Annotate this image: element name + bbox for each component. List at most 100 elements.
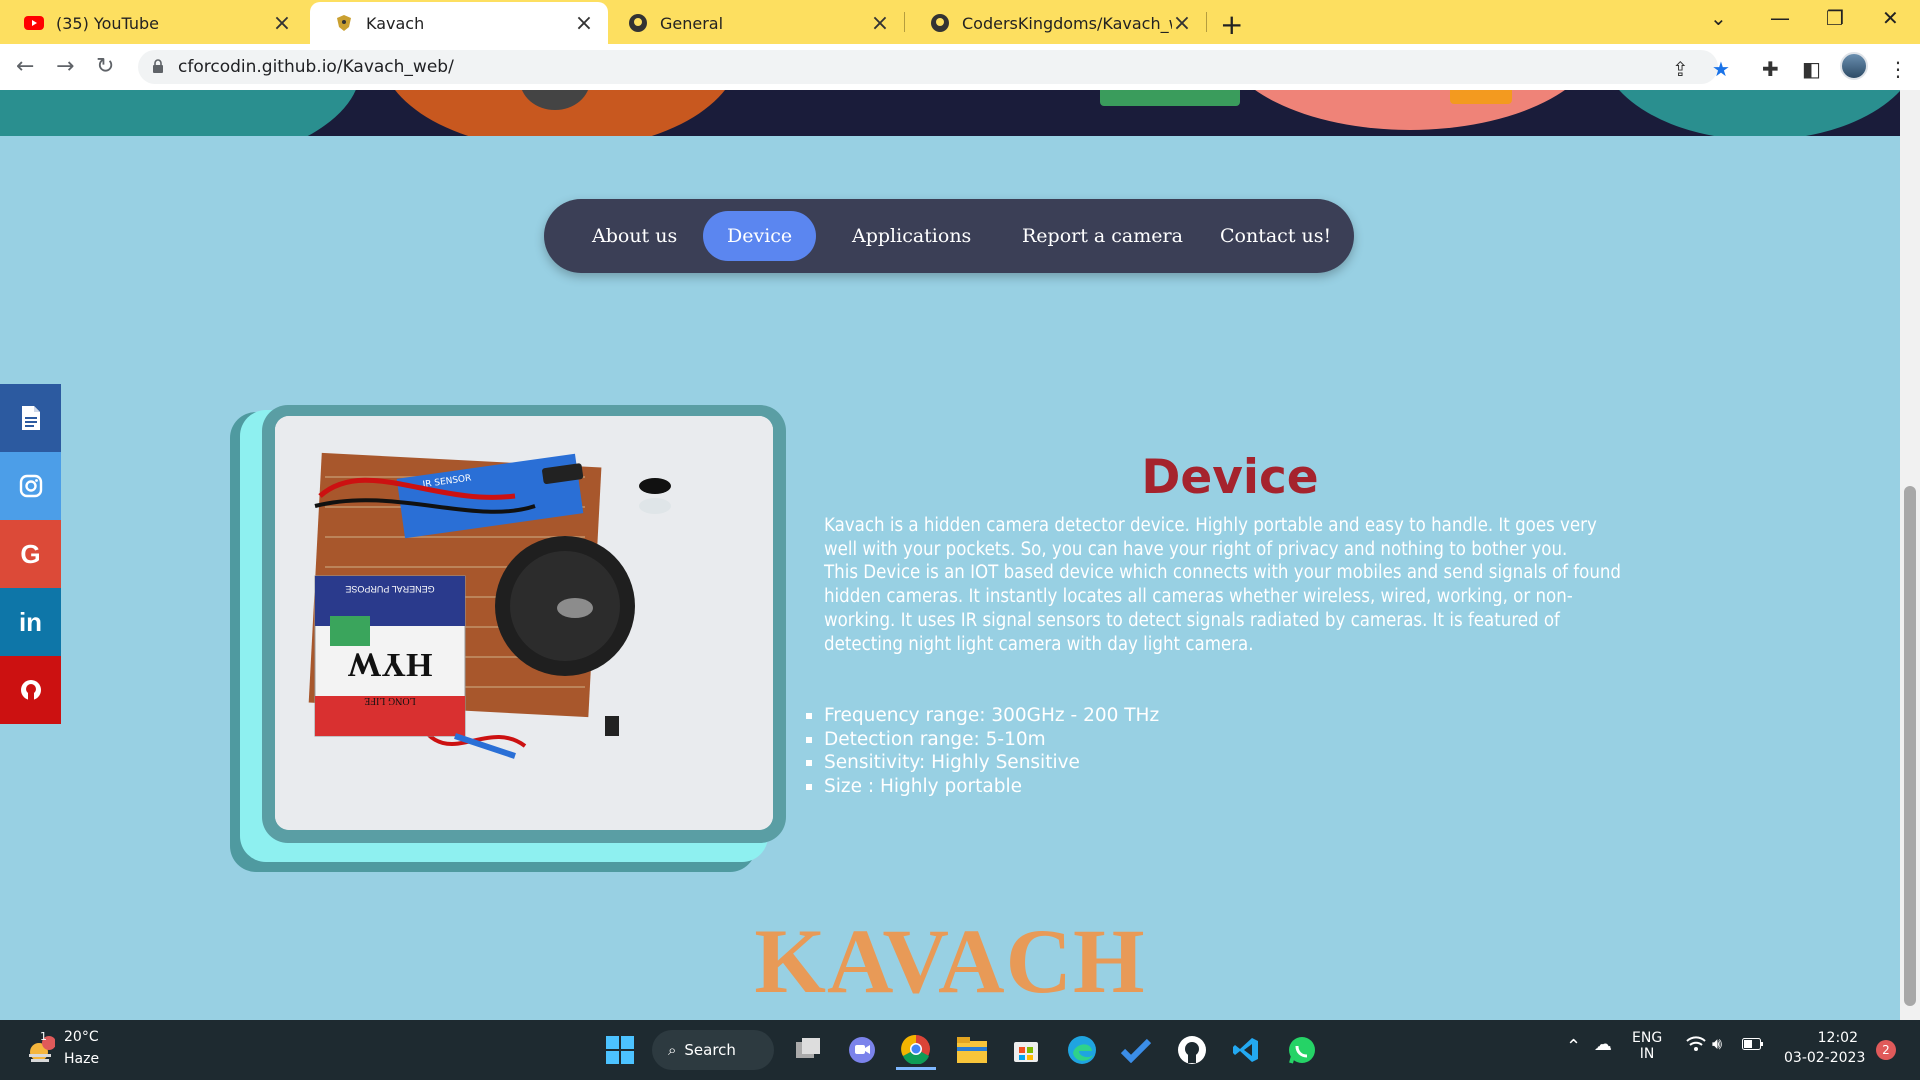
reload-button[interactable]: ↻ — [96, 54, 114, 79]
tab-youtube[interactable]: (35) YouTube × — [0, 2, 306, 44]
spec-item: Size : Highly portable — [806, 775, 1159, 799]
onedrive-cloud-icon[interactable]: ☁ — [1594, 1034, 1612, 1055]
github-desktop-icon[interactable] — [1172, 1030, 1212, 1070]
whatsapp-icon[interactable] — [1282, 1030, 1322, 1070]
lock-icon[interactable] — [152, 58, 164, 77]
wifi-icon[interactable] — [1686, 1036, 1706, 1056]
new-tab-button[interactable]: + — [1220, 8, 1243, 41]
bookmark-star-icon[interactable]: ★ — [1712, 57, 1730, 81]
illustration-shape — [0, 90, 360, 136]
close-window-button[interactable]: ✕ — [1882, 6, 1899, 30]
menu-kebab-icon[interactable]: ⋮ — [1888, 57, 1908, 81]
spec-item: Sensitivity: Highly Sensitive — [806, 751, 1159, 775]
battery-icon[interactable] — [1742, 1038, 1764, 1054]
kavach-footer-logo: KAVACH — [754, 910, 1146, 1012]
omnibox[interactable]: cforcodin.github.io/Kavach_web/ — [138, 50, 1718, 84]
tab-separator — [904, 12, 905, 32]
windows-start-icon[interactable] — [600, 1030, 640, 1070]
url-text[interactable]: cforcodin.github.io/Kavach_web/ — [178, 57, 454, 77]
browser-tab-bar: (35) YouTube × Kavach × General × Coders… — [0, 0, 1920, 44]
kavach-favicon — [334, 13, 354, 33]
nav-device[interactable]: Device — [703, 211, 817, 261]
tab-github-repo[interactable]: CodersKingdoms/Kavach_web × — [906, 2, 1206, 44]
address-bar-row: ← → ↻ cforcodin.github.io/Kavach_web/ ⇪ … — [0, 44, 1920, 90]
file-explorer-icon[interactable] — [952, 1030, 992, 1070]
forward-button[interactable]: → — [56, 54, 74, 79]
close-icon[interactable]: × — [574, 11, 594, 36]
nav-applications[interactable]: Applications — [828, 211, 995, 261]
close-icon[interactable]: × — [1172, 11, 1192, 36]
clock-time: 12:02 — [1817, 1030, 1858, 1046]
github-icon — [20, 680, 41, 700]
windows-taskbar: 1 20°C Haze ⌕ Search ⌃ ☁ ENG IN 🔊︎ 12:02… — [0, 1020, 1920, 1080]
social-document-link[interactable] — [0, 384, 61, 452]
language-indicator[interactable]: ENG IN — [1632, 1030, 1662, 1062]
page-scrollbar[interactable] — [1900, 90, 1920, 1020]
task-view-icon[interactable] — [788, 1030, 828, 1070]
illustration-shape — [1600, 90, 1900, 136]
restore-button[interactable]: ❐ — [1826, 6, 1844, 30]
tab-search-chevron-icon[interactable]: ⌄ — [1710, 6, 1727, 30]
tab-title: (35) YouTube — [56, 13, 159, 33]
side-panel-icon[interactable]: ◧ — [1802, 57, 1821, 81]
nav-report-a-camera[interactable]: Report a camera — [998, 211, 1207, 261]
minimize-button[interactable]: — — [1770, 6, 1790, 30]
todo-icon[interactable] — [1116, 1030, 1156, 1070]
search-icon: ⌕ — [668, 1041, 677, 1059]
tab-separator — [1206, 12, 1207, 32]
battery-tag-label: LONG LIFE — [364, 695, 415, 706]
clock[interactable]: 12:02 — [1796, 1030, 1858, 1046]
scrollbar-thumb[interactable] — [1904, 486, 1916, 1006]
weather-temperature[interactable]: 20°C — [64, 1029, 99, 1045]
nav-about-us[interactable]: About us — [568, 211, 701, 261]
youtube-icon — [24, 13, 44, 33]
document-icon — [21, 406, 40, 430]
spec-item: Detection range: 5-10m — [806, 728, 1159, 752]
clock-date[interactable]: 03-02-2023 — [1784, 1050, 1865, 1066]
github-icon — [930, 13, 950, 33]
social-instagram-link[interactable] — [0, 452, 61, 520]
extensions-puzzle-icon[interactable]: ✚ — [1762, 57, 1779, 81]
close-icon[interactable]: × — [272, 11, 292, 36]
language-region: IN — [1639, 1046, 1655, 1062]
github-icon — [628, 13, 648, 33]
nav-contact-us[interactable]: Contact us! — [1196, 211, 1355, 261]
hero-illustration-strip — [0, 90, 1900, 136]
tab-general[interactable]: General × — [604, 2, 904, 44]
social-google-link[interactable]: G — [0, 520, 61, 588]
weather-condition[interactable]: Haze — [64, 1051, 99, 1067]
back-button[interactable]: ← — [16, 54, 34, 79]
social-github-link[interactable] — [0, 656, 61, 724]
battery-brand-label: HYW — [348, 646, 433, 683]
microsoft-store-icon[interactable] — [1006, 1030, 1046, 1070]
tab-title: General — [660, 13, 724, 33]
language-code: ENG — [1632, 1030, 1663, 1046]
device-description: Kavach is a hidden camera detector devic… — [824, 514, 1634, 656]
illustration-shape — [1450, 90, 1512, 104]
edge-icon[interactable] — [1062, 1030, 1102, 1070]
device-section-title: Device — [1141, 450, 1319, 505]
battery-purpose-label: GENERAL PURPOSE — [345, 584, 434, 594]
device-paragraph-2: This Device is an IOT based device which… — [824, 562, 1621, 655]
vscode-icon[interactable] — [1226, 1030, 1266, 1070]
google-icon: G — [20, 538, 41, 569]
illustration-shape — [1220, 90, 1600, 130]
show-hidden-icons-chevron-icon[interactable]: ⌃ — [1566, 1036, 1581, 1057]
social-linkedin-link[interactable]: in — [0, 588, 61, 656]
spec-item: Frequency range: 300GHz - 200 THz — [806, 704, 1159, 728]
weather-badge: 1 — [40, 1030, 47, 1043]
device-spec-list: Frequency range: 300GHz - 200 THz Detect… — [806, 704, 1159, 799]
taskbar-search[interactable]: ⌕ Search — [652, 1030, 774, 1070]
notification-badge[interactable]: 2 — [1876, 1040, 1896, 1060]
close-icon[interactable]: × — [870, 11, 890, 36]
share-icon[interactable]: ⇪ — [1672, 57, 1689, 81]
volume-icon[interactable]: 🔊︎ — [1712, 1034, 1722, 1054]
teams-chat-icon[interactable] — [842, 1030, 882, 1070]
profile-avatar[interactable] — [1840, 52, 1868, 80]
linkedin-icon: in — [18, 606, 43, 637]
main-navigation: About us Device Applications Report a ca… — [544, 199, 1354, 273]
device-photo: IR SENSOR HYW LONG LIFE GENERAL PURPOSE — [275, 416, 773, 830]
chrome-icon[interactable] — [896, 1030, 936, 1070]
tab-kavach[interactable]: Kavach × — [310, 2, 608, 44]
search-label: Search — [684, 1041, 736, 1059]
